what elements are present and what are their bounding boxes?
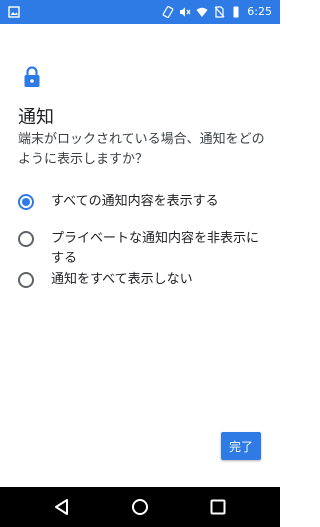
- lock-icon: [24, 66, 40, 87]
- status-bar: 6:25: [0, 0, 280, 24]
- option-hide-private[interactable]: プライベートな通知内容を非表示にする: [18, 229, 268, 269]
- no-sim-icon: [214, 6, 225, 18]
- status-bar-left: [8, 6, 20, 21]
- option-show-none[interactable]: 通知をすべて表示しない: [18, 270, 268, 290]
- home-icon[interactable]: [131, 498, 149, 516]
- status-bar-right: 6:25: [162, 5, 272, 19]
- option-label: プライベートな通知内容を非表示にする: [51, 231, 260, 266]
- back-icon[interactable]: [53, 498, 71, 516]
- done-button[interactable]: 完了: [221, 432, 261, 460]
- wifi-icon: [196, 7, 208, 17]
- recents-icon[interactable]: [209, 498, 227, 516]
- mute-icon: [180, 7, 191, 17]
- page-title: 通知: [18, 107, 54, 128]
- option-label: すべての通知内容を表示する: [51, 194, 219, 209]
- option-show-all[interactable]: すべての通知内容を表示する: [18, 192, 268, 212]
- page-description: 端末がロックされている場合、通知をどのように表示しますか？: [18, 132, 265, 167]
- image-icon: [8, 6, 20, 18]
- status-time: 6:25: [247, 5, 272, 18]
- screen-rotation-icon: [162, 6, 174, 18]
- navigation-bar: [0, 487, 280, 527]
- screen: 6:25 通知 端末がロックされている場合、通知をどのように表示しますか？ すべ…: [0, 0, 280, 527]
- radio-button[interactable]: [18, 272, 34, 288]
- radio-button-selected[interactable]: [18, 194, 34, 210]
- radio-button[interactable]: [18, 231, 34, 247]
- option-label: 通知をすべて表示しない: [51, 272, 193, 287]
- battery-icon: [233, 6, 239, 18]
